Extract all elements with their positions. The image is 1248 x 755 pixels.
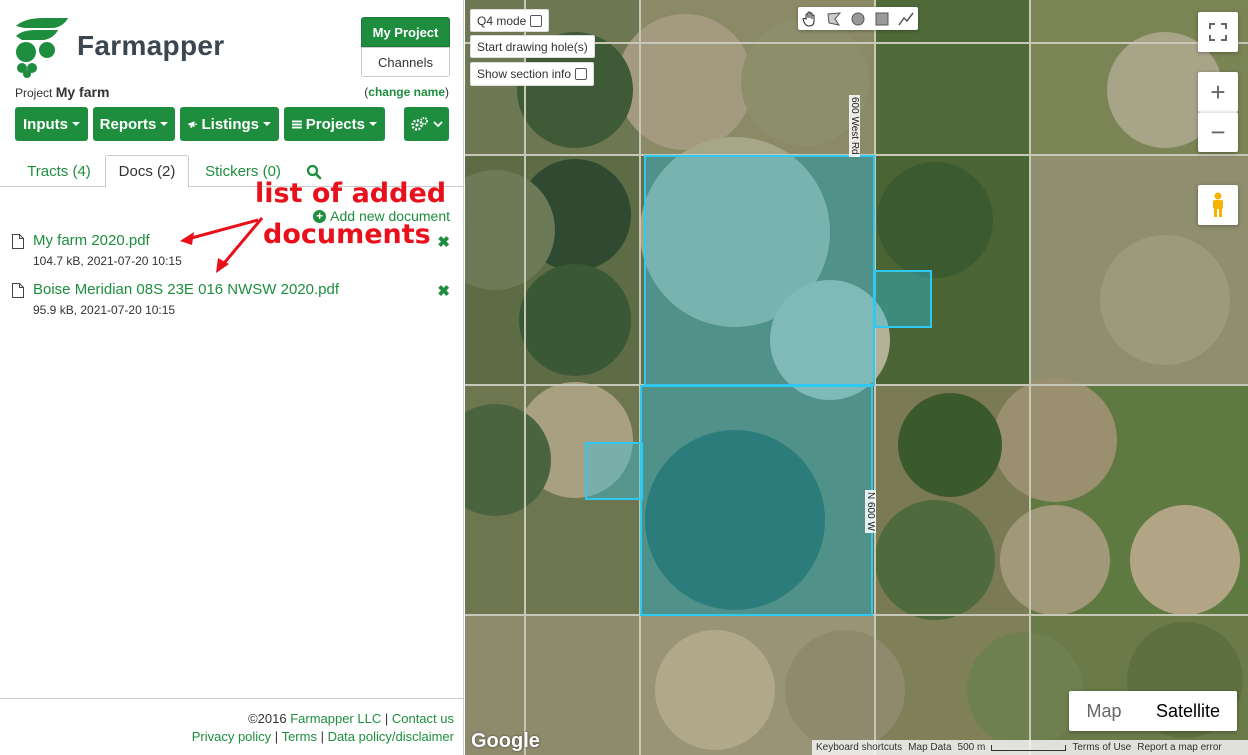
copyright-text: ©2016 <box>248 711 291 726</box>
road-label: N 600 W <box>865 490 876 533</box>
separator: | <box>316 729 328 744</box>
terms-of-use-link[interactable]: Terms of Use <box>1072 742 1131 753</box>
drawing-toolbar <box>798 7 918 30</box>
hand-pan-icon[interactable] <box>802 11 818 27</box>
separator: | <box>271 729 282 744</box>
zoom-out-button[interactable]: − <box>1198 112 1238 152</box>
polyline-draw-icon[interactable] <box>898 11 914 27</box>
footer-divider <box>0 698 464 699</box>
q4-mode-checkbox[interactable] <box>530 14 543 27</box>
scale-bar <box>991 744 1067 751</box>
data-policy-link[interactable]: Data policy/disclaimer <box>328 729 454 744</box>
road-label: 600 West Rd <box>849 95 860 157</box>
show-section-info-label: Show section info <box>477 67 572 81</box>
contact-link[interactable]: Contact us <box>392 711 454 726</box>
polygon-draw-icon[interactable] <box>826 11 842 27</box>
map-attribution: Keyboard shortcuts Map Data 500 m Terms … <box>812 740 1248 755</box>
map-type-satellite-button[interactable]: Satellite <box>1139 691 1237 731</box>
fullscreen-button[interactable] <box>1198 12 1238 52</box>
zoom-in-button[interactable]: + <box>1198 72 1238 112</box>
q4-mode-label: Q4 mode <box>477 13 527 28</box>
footer: ©2016 Farmapper LLC | Contact us Privacy… <box>192 710 454 746</box>
keyboard-shortcuts-link[interactable]: Keyboard shortcuts <box>816 742 902 753</box>
sidebar: Farmapper My Project Channels Project My… <box>0 0 464 755</box>
map-type-control: Map Satellite <box>1069 691 1237 731</box>
map-type-map-button[interactable]: Map <box>1069 691 1139 731</box>
footer-line-2: Privacy policy | Terms | Data policy/dis… <box>192 728 454 746</box>
circle-draw-icon[interactable] <box>850 11 866 27</box>
rectangle-draw-icon[interactable] <box>874 11 890 27</box>
scale-label: 500 m <box>957 742 986 753</box>
footer-line-1: ©2016 Farmapper LLC | Contact us <box>192 710 454 728</box>
report-map-error-link[interactable]: Report a map error <box>1137 742 1221 753</box>
arrow-head-icon <box>180 232 194 245</box>
fullscreen-icon <box>1209 23 1227 41</box>
map-data-link[interactable]: Map Data <box>908 742 951 753</box>
separator: | <box>381 711 392 726</box>
annotation-arrows <box>180 217 264 273</box>
privacy-link[interactable]: Privacy policy <box>192 729 271 744</box>
street-view-pegman-button[interactable] <box>1198 185 1238 225</box>
app: Farmapper My Project Channels Project My… <box>0 0 1248 755</box>
pegman-icon <box>1213 192 1223 217</box>
company-link[interactable]: Farmapper LLC <box>290 711 381 726</box>
terms-link[interactable]: Terms <box>282 729 317 744</box>
google-logo: Google <box>471 730 540 752</box>
document-meta: 95.9 kB, 2021-07-20 10:15 <box>33 303 176 317</box>
show-section-info-checkbox[interactable] <box>575 68 588 80</box>
q4-mode-toggle[interactable]: Q4 mode <box>470 9 550 32</box>
start-drawing-holes-button[interactable]: Start drawing hole(s) <box>470 35 595 58</box>
map-canvas[interactable]: 600 West Rd N 600 W Q4 mode Start drawin… <box>465 0 1248 755</box>
show-section-info-toggle[interactable]: Show section info <box>470 62 595 86</box>
